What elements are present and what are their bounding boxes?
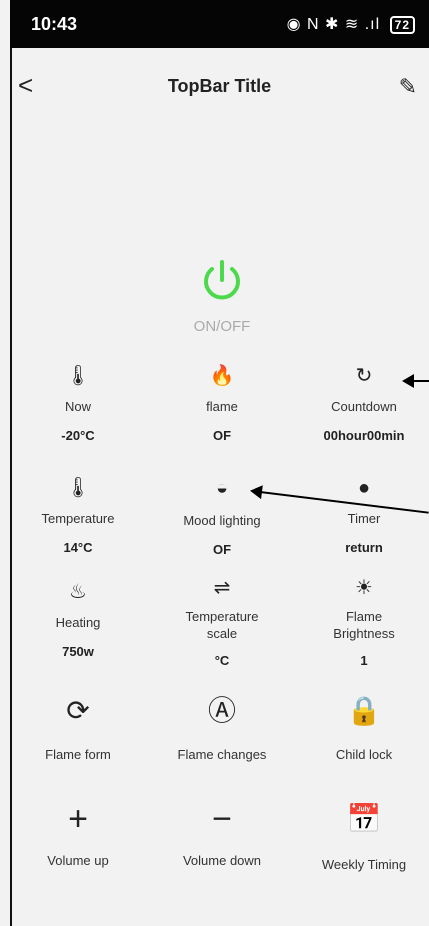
mood-lighting-value: OF xyxy=(212,542,232,557)
flame-changes-label: Flame changes xyxy=(177,747,267,762)
weekly-timing-label: Weekly Timing xyxy=(321,857,407,872)
power-button[interactable] xyxy=(198,258,246,306)
grid-item-temperature[interactable]: 🌡 Temperature 14°C xyxy=(30,476,126,557)
temperature-scale-value: °C xyxy=(214,653,230,668)
grid-item-volume-up[interactable]: + Volume up xyxy=(30,800,126,869)
heating-value: 750w xyxy=(62,644,94,659)
heating-icon: ♨ xyxy=(69,581,87,603)
calendar-icon: 📅 xyxy=(346,803,382,834)
timer-icon: ● xyxy=(357,477,371,499)
grid-item-volume-down[interactable]: − Volume down xyxy=(160,800,284,869)
timer-value: return xyxy=(345,540,383,555)
temperature-scale-label: Temperature scale xyxy=(185,609,259,641)
edit-icon[interactable]: ✎ xyxy=(399,74,417,100)
grid-item-flame-changes[interactable]: Ⓐ Flame changes xyxy=(160,696,284,763)
now-value: -20°C xyxy=(61,428,95,443)
plus-icon: + xyxy=(68,800,88,838)
brightness-icon: ☀ xyxy=(355,577,373,599)
temperature-label: Temperature xyxy=(41,511,115,526)
status-bar: 10:43 ◉ N ✱ ≋ .ıl 72 xyxy=(10,0,429,48)
grid-item-mood-lighting[interactable]: ◒ Mood lighting OF xyxy=(160,476,284,559)
now-label: Now xyxy=(64,399,91,414)
page-title: TopBar Title xyxy=(167,76,272,96)
flame-label: flame xyxy=(206,399,238,414)
battery-icon: 72 xyxy=(389,16,415,34)
grid-item-flame[interactable]: 🔥 flame OF xyxy=(160,364,284,445)
onoff-label: ON/OFF xyxy=(193,318,251,335)
countdown-value: 00hour00min xyxy=(323,428,405,443)
mood-lighting-label: Mood lighting xyxy=(183,513,261,528)
left-border xyxy=(10,0,12,926)
grid-item-flame-form[interactable]: ⟳ Flame form xyxy=(30,696,126,763)
child-lock-label: Child lock xyxy=(335,747,393,762)
flame-icon: 🔥 xyxy=(209,365,235,387)
flame-value: OF xyxy=(212,428,232,443)
grid-item-now[interactable]: 🌡 Now -20°C xyxy=(30,364,126,445)
slider-icon: ⇌ xyxy=(213,577,231,599)
flame-brightness-label: Flame Brightness xyxy=(333,609,395,641)
volume-down-label: Volume down xyxy=(182,853,262,868)
temperature-value: 14°C xyxy=(63,540,93,555)
volume-up-label: Volume up xyxy=(47,853,109,868)
timer-label: Timer xyxy=(347,511,381,526)
annotation-arrow-countdown xyxy=(402,374,429,388)
grid-item-timer[interactable]: ● Timer return xyxy=(305,476,423,557)
lock-icon: 🔒 xyxy=(346,695,382,726)
heating-label: Heating xyxy=(55,615,101,630)
flame-form-icon: ⟳ xyxy=(66,695,90,726)
status-icons: ◉ N ✱ ≋ .ıl 72 xyxy=(287,14,415,34)
top-bar: < TopBar Title ✎ xyxy=(10,48,429,128)
grid-item-child-lock[interactable]: 🔒 Child lock xyxy=(305,696,423,763)
status-time: 10:43 xyxy=(31,14,78,34)
countdown-label: Countdown xyxy=(331,399,397,414)
thermometer-icon: 🌡 xyxy=(65,365,91,387)
flame-form-label: Flame form xyxy=(45,747,111,762)
app-frame: 10:43 ◉ N ✱ ≋ .ıl 72 < TopBar Title ✎ ON… xyxy=(0,0,429,926)
flame-changes-icon: Ⓐ xyxy=(207,695,236,726)
flame-brightness-value: 1 xyxy=(360,653,368,668)
grid-item-flame-brightness[interactable]: ☀ Flame Brightness 1 xyxy=(305,576,423,670)
temperature-icon: 🌡 xyxy=(65,477,91,499)
grid-item-heating[interactable]: ♨ Heating 750w xyxy=(30,580,126,661)
status-icons-text: ◉ N ✱ ≋ .ıl xyxy=(286,16,381,33)
minus-icon: − xyxy=(212,800,232,838)
grid-item-temperature-scale[interactable]: ⇌ Temperature scale °C xyxy=(160,576,284,670)
mood-light-icon: ◒ xyxy=(215,477,229,499)
grid-item-weekly-timing[interactable]: 📅 Weekly Timing xyxy=(305,804,423,873)
